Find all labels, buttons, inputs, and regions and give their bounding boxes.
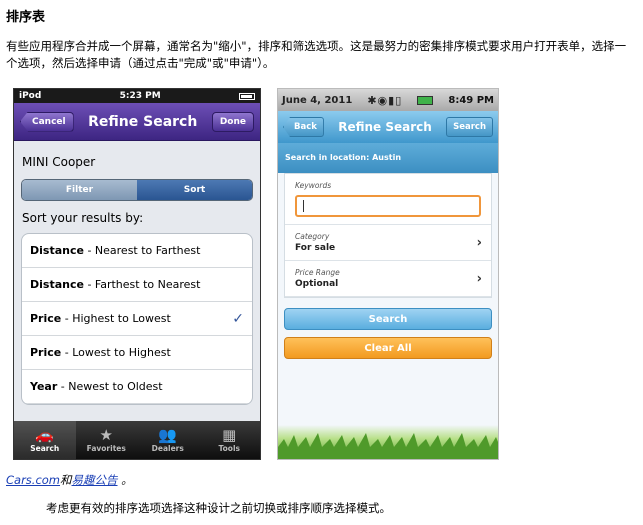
iphone-status-bar: iPod 5:23 PM [14, 89, 260, 103]
android-nav-bar: Back Refine Search Search [278, 111, 498, 143]
battery-icon [417, 95, 434, 105]
cars-com-link[interactable]: Cars.com [6, 473, 60, 487]
car-icon: 🚗 [35, 426, 55, 444]
search-nav-button[interactable]: Search [446, 117, 493, 137]
tab-favorites[interactable]: ★ Favorites [76, 421, 138, 459]
status-time: 8:49 PM [448, 94, 494, 106]
intro-paragraph: 有些应用程序合并成一个屏幕，通常名为"缩小"，排序和筛选选项。这是最努力的密集排… [6, 39, 627, 70]
category-value: For sale [295, 243, 336, 253]
carrier-label: iPod [19, 91, 42, 101]
tab-search[interactable]: 🚗 Search [14, 421, 76, 459]
price-range-selector[interactable]: Price Range Optional › [285, 261, 491, 297]
keywords-field: Keywords [285, 174, 491, 225]
tab-label: Search [30, 444, 60, 453]
tab-label: Favorites [86, 444, 126, 453]
people-icon: 👥 [158, 426, 178, 444]
iphone-screenshot: iPod 5:23 PM Cancel Refine Search Done M… [13, 88, 261, 460]
clear-all-button[interactable]: Clear All [284, 337, 492, 359]
footer-paragraph: 考虑更有效的排序选项选择这种设计之前切换或排序顺序选择模式。 [46, 501, 391, 515]
iphone-tab-bar: 🚗 Search ★ Favorites 👥 Dealers ▦ Tools [14, 421, 260, 459]
cancel-button[interactable]: Cancel [20, 111, 74, 132]
nav-title: Refine Search [338, 120, 432, 134]
category-selector[interactable]: Category For sale › [285, 225, 491, 261]
tab-label: Dealers [151, 444, 184, 453]
keywords-input[interactable] [295, 195, 481, 217]
keywords-label: Keywords [295, 181, 332, 190]
sort-option-text: Price - Lowest to Highest [30, 346, 171, 359]
sort-option-selected[interactable]: Price - Highest to Lowest ✓ [22, 302, 252, 336]
price-range-label: Price Range [295, 268, 340, 277]
caption-end: 。 [121, 473, 133, 487]
search-form: Keywords Category For sale › Price Range… [284, 173, 492, 298]
chevron-right-icon: › [476, 271, 482, 286]
sort-option[interactable]: Price - Lowest to Highest [22, 336, 252, 370]
filter-sort-segmented-control: Filter Sort [21, 179, 253, 201]
page-heading: 排序表 [6, 10, 46, 25]
back-button[interactable]: Back [283, 117, 324, 137]
tab-label: Tools [218, 444, 240, 453]
tab-tools[interactable]: ▦ Tools [199, 421, 261, 459]
star-icon: ★ [99, 426, 113, 444]
text-cursor [303, 200, 304, 212]
segment-sort[interactable]: Sort [137, 180, 252, 200]
search-button[interactable]: Search [284, 308, 492, 330]
sort-options-list: Distance - Nearest to Farthest Distance … [21, 233, 253, 405]
sort-option[interactable]: Distance - Farthest to Nearest [22, 268, 252, 302]
sort-option-text: Distance - Nearest to Farthest [30, 244, 201, 257]
calculator-icon: ▦ [222, 426, 237, 444]
sort-option-text: Year - Newest to Oldest [30, 380, 163, 393]
caption-joiner: 和 [60, 473, 72, 487]
grass-decoration [278, 425, 498, 459]
sort-label: Sort your results by: [22, 211, 144, 225]
location-label: Search in location: Austin [278, 143, 498, 173]
done-button[interactable]: Done [211, 111, 254, 132]
sort-option-text: Distance - Farthest to Nearest [30, 278, 201, 291]
iphone-content: MINI Cooper Filter Sort Sort your result… [14, 141, 260, 451]
chevron-right-icon: › [476, 235, 482, 250]
caption: Cars.com和易趣公告 。 [6, 472, 133, 488]
price-range-value: Optional [295, 279, 339, 289]
iphone-nav-bar: Cancel Refine Search Done [14, 103, 260, 141]
sort-option[interactable]: Distance - Nearest to Farthest [22, 234, 252, 268]
sort-option-text: Price - Highest to Lowest [30, 312, 171, 325]
status-icons: ✱◉▮▯ [367, 93, 403, 107]
sort-option[interactable]: Year - Newest to Oldest [22, 370, 252, 404]
category-label: Category [295, 232, 330, 241]
segment-filter[interactable]: Filter [22, 180, 137, 200]
android-screenshot: June 4, 2011 ✱◉▮▯ 8:49 PM Back Refine Se… [277, 88, 499, 460]
ebay-classifieds-link[interactable]: 易趣公告 [72, 473, 118, 487]
battery-icon [238, 92, 255, 100]
tab-dealers[interactable]: 👥 Dealers [137, 421, 199, 459]
checkmark-icon: ✓ [232, 310, 244, 327]
car-name: MINI Cooper [22, 155, 96, 169]
status-date: June 4, 2011 [282, 94, 353, 106]
status-time: 5:23 PM [119, 91, 161, 101]
android-status-bar: June 4, 2011 ✱◉▮▯ 8:49 PM [278, 89, 498, 111]
nav-title: Refine Search [88, 113, 198, 130]
